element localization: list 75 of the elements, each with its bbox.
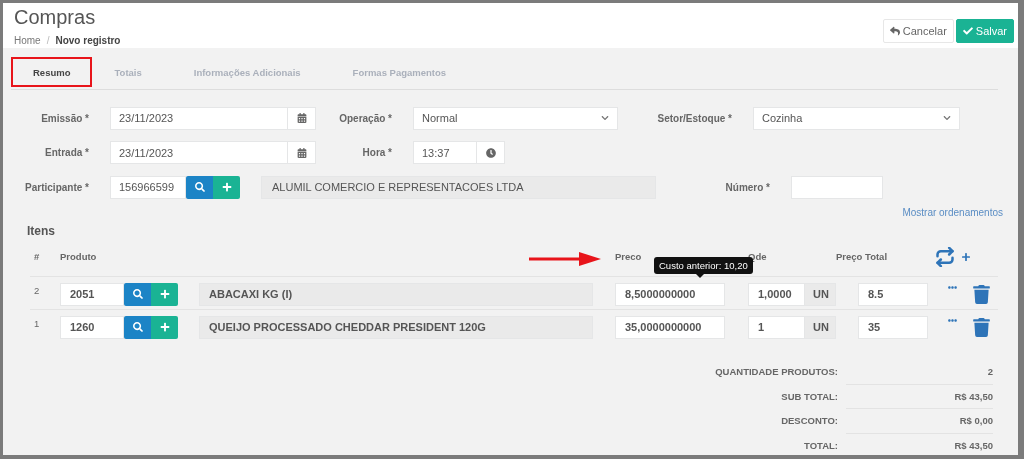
tab[interactable]: Resumo: [11, 57, 93, 87]
input-addon[interactable]: [288, 106, 316, 130]
search-icon: [132, 322, 143, 332]
row-number: 1: [33, 316, 41, 329]
search-button[interactable]: [124, 282, 151, 306]
breadcrumb-separator: /: [46, 35, 50, 46]
add-button[interactable]: [213, 175, 240, 199]
page-title: Compras: [14, 5, 97, 29]
add-button[interactable]: [151, 315, 178, 339]
total-field[interactable]: 8.5: [858, 282, 928, 306]
product-code-field[interactable]: 2051: [60, 282, 124, 306]
total-field[interactable]: 35: [858, 315, 928, 339]
repeat-icon: [935, 246, 955, 267]
calendar-icon: [296, 113, 307, 124]
field-label: Hora *: [361, 147, 393, 159]
column-header: #: [33, 251, 41, 262]
summary-label: QUANTIDADE PRODUTOS:: [714, 366, 839, 378]
summary-label: SUB TOTAL:: [780, 390, 839, 402]
field-label: Emissão *: [40, 112, 90, 124]
column-header: Preco: [615, 251, 643, 262]
unit-label: UN: [805, 315, 836, 339]
summary-value: R$ 43,50: [846, 383, 993, 409]
add-button[interactable]: [151, 282, 178, 306]
product-code-field[interactable]: 1260: [60, 315, 124, 339]
participant-name-field: ALUMIL COMERCIO E REPRESENTACOES LTDA: [261, 175, 656, 199]
chevron-down-icon: [601, 114, 609, 123]
unit-label: UN: [805, 282, 836, 306]
field-label: Operação *: [338, 112, 393, 124]
quantity-field[interactable]: 1: [748, 315, 805, 339]
delete-button[interactable]: [970, 282, 993, 306]
column-header: Preço Total: [836, 251, 889, 262]
plus-icon: [221, 182, 232, 193]
search-button[interactable]: [124, 315, 151, 339]
plus-icon: [159, 289, 170, 299]
trash-icon: [972, 317, 991, 337]
calendar-icon: [296, 147, 307, 158]
section-title: Itens: [27, 223, 56, 238]
search-icon: [132, 289, 143, 299]
input-field[interactable]: 13:37: [413, 141, 477, 165]
select-field[interactable]: Normal: [413, 106, 618, 130]
summary-value: 2: [986, 364, 993, 379]
field-label: Setor/Estoque *: [656, 112, 733, 124]
input-addon[interactable]: [477, 141, 505, 165]
input-field[interactable]: 23/11/2023: [110, 106, 288, 130]
quantity-field[interactable]: 1,0000: [748, 282, 805, 306]
breadcrumb-item: Novo registro: [55, 35, 121, 46]
field-label: Número *: [724, 181, 771, 193]
summary-label: DESCONTO:: [780, 415, 839, 427]
chevron-down-icon: [943, 114, 951, 123]
input-field[interactable]: 23/11/2023: [110, 141, 288, 165]
product-name-field: ABACAXI KG (I): [199, 282, 593, 306]
product-name-field: QUEIJO PROCESSADO CHEDDAR PRESIDENT 120G: [199, 315, 593, 339]
cancel-button[interactable]: Cancelar: [882, 19, 954, 43]
trash-icon: [972, 284, 991, 304]
clock-icon: [485, 147, 496, 158]
field-label: Participante *: [24, 181, 90, 193]
delete-button[interactable]: [970, 315, 993, 339]
input-field[interactable]: 156966599: [110, 175, 186, 199]
input-field[interactable]: [791, 175, 883, 199]
search-button[interactable]: [186, 175, 213, 199]
search-icon: [194, 182, 205, 193]
summary-value: R$ 0,00: [846, 408, 993, 434]
input-addon[interactable]: [288, 141, 316, 165]
summary-value: R$ 43,50: [846, 432, 993, 455]
price-field[interactable]: 8,5000000000: [615, 282, 725, 306]
check-icon: [962, 26, 973, 36]
reply-icon: [889, 26, 900, 36]
breadcrumb-item[interactable]: Home: [14, 35, 41, 46]
summary-label: TOTAL:: [803, 439, 839, 451]
column-header: Produto: [60, 251, 98, 262]
price-field[interactable]: 35,0000000000: [615, 315, 725, 339]
plus-icon: [159, 322, 170, 332]
field-label: Entrada *: [44, 147, 90, 159]
select-field[interactable]: Cozinha: [753, 106, 960, 130]
row-number: 2: [33, 283, 41, 296]
